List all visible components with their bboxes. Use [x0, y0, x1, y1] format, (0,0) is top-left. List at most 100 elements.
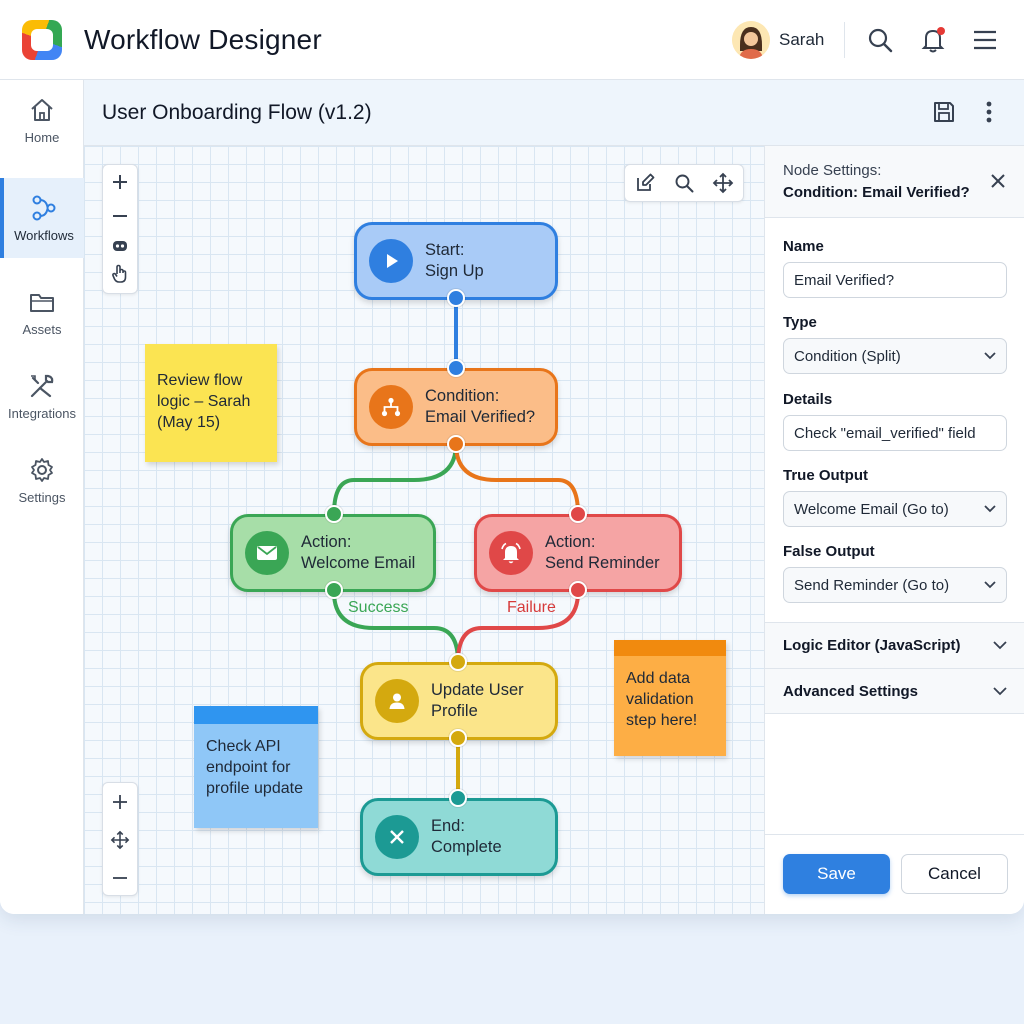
sidebar-item-label: Home	[24, 129, 60, 145]
sidebar-item-label: Workflows	[14, 227, 74, 243]
sidebar-item-settings[interactable]: Settings	[0, 440, 84, 520]
false-output-select[interactable]: Send Reminder (Go to)	[783, 567, 1007, 603]
sidebar-item-home[interactable]: Home	[0, 80, 84, 160]
edge-label-success: Success	[348, 599, 409, 616]
zoom-out-button[interactable]	[103, 199, 137, 233]
close-icon[interactable]	[985, 168, 1011, 194]
details-label: Details	[783, 391, 833, 408]
panel-footer-divider	[765, 834, 1024, 835]
node-label-line2: Sign Up	[425, 262, 484, 280]
notification-bell-icon[interactable]	[917, 24, 949, 56]
more-options-icon[interactable]	[976, 98, 1002, 126]
zoom-controls-top	[102, 164, 138, 294]
user-name[interactable]: Sarah	[779, 30, 824, 50]
sticky-line2: logic – Sarah	[157, 393, 251, 410]
logic-editor-section[interactable]: Logic Editor (JavaScript)	[765, 622, 1024, 668]
node-label-line2: Profile	[431, 702, 478, 720]
sticky-line3: step here!	[626, 712, 698, 729]
sidebar-item-workflows[interactable]: Workflows	[0, 178, 84, 258]
search-icon[interactable]	[864, 24, 896, 56]
move-icon[interactable]	[704, 165, 743, 201]
true-output-label: True Output	[783, 467, 868, 484]
workflow-canvas[interactable]: Start: Sign Up Condition: Email Verified…	[84, 146, 764, 914]
node-label-line1: End:	[431, 817, 465, 835]
type-select[interactable]: Condition (Split)	[783, 338, 1007, 374]
mail-icon	[245, 531, 289, 575]
user-icon	[375, 679, 419, 723]
close-circle-icon	[375, 815, 419, 859]
details-input[interactable]	[783, 415, 1007, 451]
sticky-line1: Review flow	[157, 372, 243, 389]
hand-pan-icon[interactable]	[103, 259, 137, 289]
sidebar-item-assets[interactable]: Assets	[0, 272, 84, 352]
port-update-out[interactable]	[449, 729, 467, 747]
port-welcome-in[interactable]	[325, 505, 343, 523]
app-window: Workflow Designer Sarah Home Workflows A…	[0, 0, 1024, 914]
node-label-line1: Update User	[431, 681, 524, 699]
node-settings-panel: Node Settings: Condition: Email Verified…	[764, 146, 1024, 914]
sidebar-item-integrations[interactable]: Integrations	[0, 356, 84, 436]
canvas-toolbar	[624, 164, 744, 202]
play-icon	[369, 239, 413, 283]
zoom-in-button-bottom[interactable]	[103, 783, 137, 821]
alarm-bell-icon	[489, 531, 533, 575]
port-condition-out[interactable]	[447, 435, 465, 453]
sticky-line2: endpoint for	[206, 759, 291, 776]
type-select-value: Condition (Split)	[794, 347, 901, 365]
port-reminder-out[interactable]	[569, 581, 587, 599]
workflow-icon	[32, 195, 56, 220]
hamburger-menu-icon[interactable]	[969, 24, 1001, 56]
sticky-line3: (May 15)	[157, 414, 221, 431]
canvas-header: User Onboarding Flow (v1.2)	[84, 80, 1024, 146]
zoom-in-button[interactable]	[103, 165, 137, 199]
app-title: Workflow Designer	[84, 24, 322, 55]
port-update-in[interactable]	[449, 653, 467, 671]
zoom-out-button-bottom[interactable]	[103, 859, 137, 897]
panel-title-prefix: Node Settings:	[783, 162, 882, 179]
node-label-line2: Email Verified?	[425, 408, 536, 426]
node-label-line1: Condition:	[425, 387, 500, 405]
port-end-in[interactable]	[449, 789, 467, 807]
panel-header: Node Settings: Condition: Email Verified…	[765, 146, 1024, 218]
sticky-note-blue[interactable]: Check API endpoint for profile update	[194, 706, 318, 828]
port-condition-in[interactable]	[447, 359, 465, 377]
node-label: Condition: Email Verified?	[425, 386, 535, 428]
sidebar-item-label: Settings	[18, 489, 66, 505]
folder-icon	[30, 293, 54, 312]
sidebar-item-label: Integrations	[8, 405, 76, 421]
node-label: Action: Send Reminder	[545, 532, 660, 574]
edit-icon[interactable]	[625, 165, 664, 201]
node-label: End: Complete	[431, 816, 502, 858]
node-label: Update User Profile	[431, 680, 524, 722]
true-output-select[interactable]: Welcome Email (Go to)	[783, 491, 1007, 527]
avatar[interactable]	[732, 21, 770, 59]
canvas-search-icon[interactable]	[664, 165, 703, 201]
advanced-settings-section[interactable]: Advanced Settings	[765, 668, 1024, 714]
port-reminder-in[interactable]	[569, 505, 587, 523]
name-input[interactable]	[783, 262, 1007, 298]
edge-label-failure: Failure	[507, 599, 556, 616]
cancel-button[interactable]: Cancel	[901, 854, 1008, 894]
node-end[interactable]: End: Complete	[360, 798, 558, 876]
node-label: Start: Sign Up	[425, 240, 484, 282]
app-logo-icon	[22, 20, 62, 60]
gear-icon	[31, 457, 53, 482]
node-label-line1: Action:	[301, 533, 352, 551]
logic-editor-label: Logic Editor (JavaScript)	[783, 637, 961, 654]
zoom-controls-bottom	[102, 782, 138, 896]
fit-view-icon[interactable]	[103, 233, 137, 259]
save-icon[interactable]	[930, 98, 958, 126]
save-button[interactable]: Save	[783, 854, 890, 894]
sticky-note-orange[interactable]: Add data validation step here!	[614, 640, 726, 756]
port-welcome-out[interactable]	[325, 581, 343, 599]
sticky-note-yellow[interactable]: Review flow logic – Sarah (May 15)	[145, 344, 277, 462]
true-output-value: Welcome Email (Go to)	[794, 500, 949, 518]
node-label: Action: Welcome Email	[301, 532, 415, 574]
pan-icon[interactable]	[103, 821, 137, 859]
type-label: Type	[783, 314, 817, 331]
sticky-line2: validation	[626, 691, 694, 708]
split-icon	[369, 385, 413, 429]
port-start-out[interactable]	[447, 289, 465, 307]
node-label-line1: Action:	[545, 533, 596, 551]
node-label-line2: Welcome Email	[301, 554, 416, 572]
